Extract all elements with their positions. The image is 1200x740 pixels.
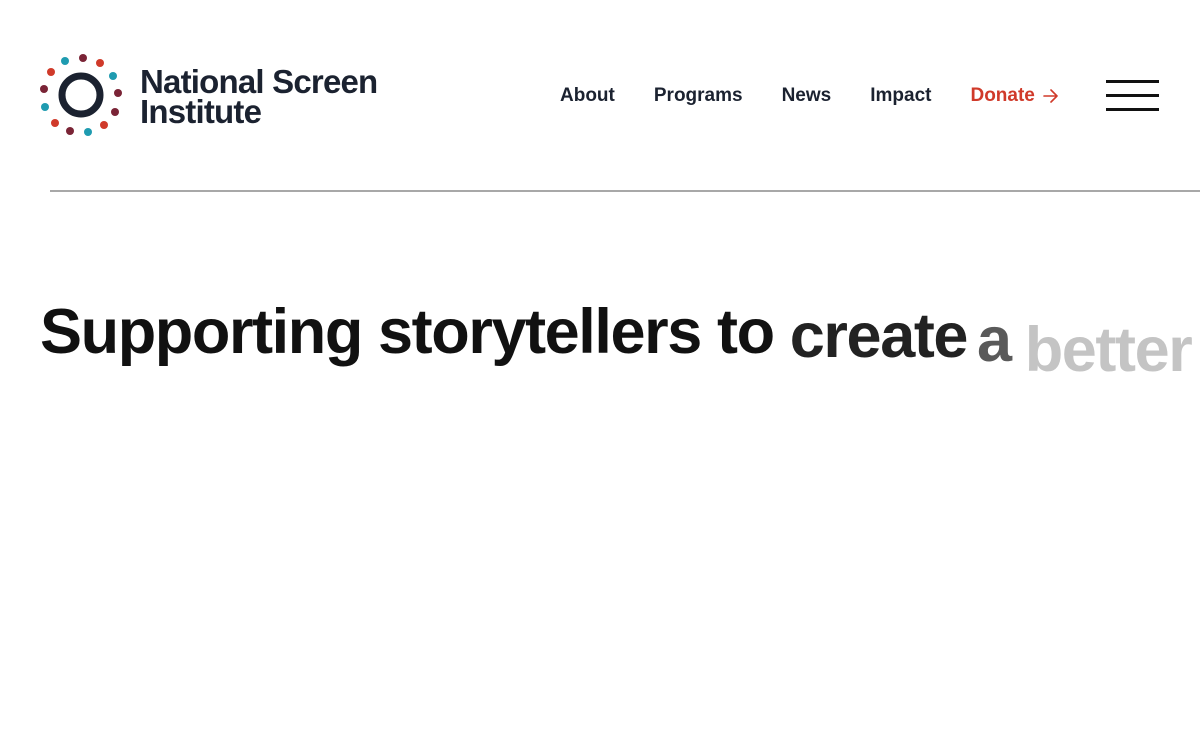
hamburger-bar-bottom (1106, 108, 1159, 111)
page: National Screen Institute About Programs… (0, 0, 1200, 740)
site-logo-link[interactable]: National Screen Institute (38, 52, 378, 142)
nav-link-programs[interactable]: Programs (654, 85, 743, 107)
primary-nav: About Programs News Impact Donate (560, 82, 1059, 110)
hero-word: better (1024, 315, 1193, 386)
arrow-right-icon (1043, 89, 1058, 103)
hamburger-bar-top (1106, 80, 1159, 83)
nav-link-impact[interactable]: Impact (870, 85, 931, 107)
nav-link-about[interactable]: About (560, 85, 615, 107)
hero-word: create (789, 301, 969, 372)
hero-word: storytellers (378, 297, 702, 368)
logo-line-2: Institute (140, 93, 262, 130)
site-header: National Screen Institute About Programs… (0, 0, 1200, 190)
logo-mark-icon (40, 54, 122, 136)
donate-link[interactable]: Donate (970, 85, 1058, 107)
nav-link-news[interactable]: News (782, 85, 832, 107)
header-divider (50, 190, 1200, 192)
hero-word: Supporting (40, 297, 363, 368)
hero-heading: Supporting storytellers to create a better (40, 296, 1193, 396)
logo-wordmark: National Screen Institute (140, 65, 378, 130)
hamburger-icon[interactable] (1106, 80, 1160, 112)
donate-label: Donate (970, 85, 1035, 106)
hamburger-bar-middle (1106, 94, 1159, 97)
hero-word: a (977, 305, 1012, 376)
hero-word: to (717, 297, 775, 368)
